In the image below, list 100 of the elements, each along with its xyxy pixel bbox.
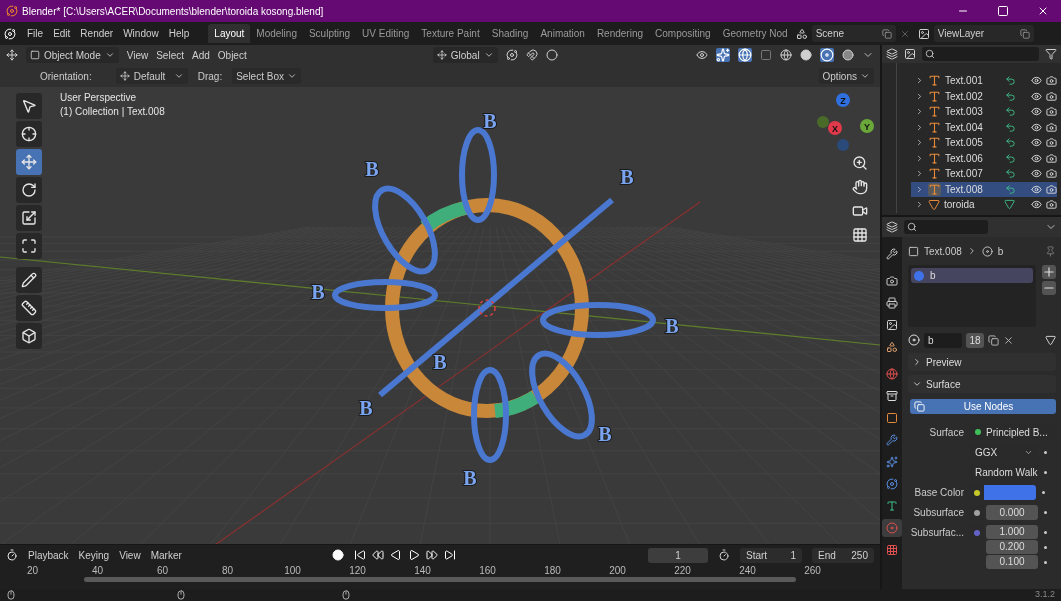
remove-slot-icon[interactable]	[1042, 281, 1056, 295]
menu-item[interactable]: Render	[75, 26, 119, 41]
scale-tool-button[interactable]	[16, 205, 42, 231]
xray-icon[interactable]	[760, 49, 772, 61]
scene-icon[interactable]	[795, 27, 808, 40]
workspace-tab[interactable]: Layout	[208, 24, 251, 43]
camera-icon[interactable]	[852, 203, 868, 219]
visibility-icon[interactable]	[1031, 199, 1042, 211]
unlink-icon[interactable]	[1003, 334, 1014, 346]
timeline-menu[interactable]: View	[119, 547, 141, 563]
render-icon[interactable]	[1046, 106, 1057, 118]
view-layer-icon[interactable]	[917, 27, 930, 40]
start-frame-field[interactable]: Start 1	[740, 547, 802, 563]
material-slot[interactable]: b	[911, 268, 1033, 283]
orientation-dropdown[interactable]: Global	[432, 47, 498, 63]
visibility-icon[interactable]	[1031, 106, 1042, 118]
link-mode-icon[interactable]	[1045, 334, 1056, 346]
visibility-icon[interactable]	[1031, 121, 1042, 133]
panel-header[interactable]: Preview	[908, 353, 1056, 371]
record-icon[interactable]	[331, 549, 344, 561]
viewport-menu[interactable]: Select	[156, 47, 184, 63]
gizmo-axis-ball[interactable]: X	[828, 121, 842, 135]
display-mode-icon[interactable]	[886, 48, 898, 60]
transform-orientation-dropdown[interactable]: Default	[115, 68, 188, 84]
timeline-menu[interactable]: Keying	[78, 547, 110, 563]
viewport-menu[interactable]: Add	[192, 47, 210, 63]
outliner-row[interactable]: Text.008	[911, 181, 1057, 197]
visibility-icon[interactable]	[696, 49, 708, 61]
outliner-row[interactable]: Text.005	[911, 135, 1057, 151]
end-frame-field[interactable]: End 250	[812, 547, 874, 563]
jump-end-icon[interactable]	[443, 549, 456, 561]
color-swatch[interactable]	[984, 485, 1036, 500]
outliner-search-field[interactable]	[922, 47, 1039, 61]
menu-item[interactable]: Edit	[48, 26, 76, 41]
workspace-tab[interactable]: Geometry Nod	[716, 24, 794, 43]
measure-tool-button[interactable]	[16, 295, 42, 321]
restore-icon[interactable]	[997, 5, 1009, 17]
snap-icon[interactable]	[525, 49, 538, 61]
timeline-menu[interactable]: Playback	[28, 547, 69, 563]
cursor-tool-button[interactable]	[16, 121, 42, 147]
view-layer-icon[interactable]	[904, 48, 916, 60]
jump-start-icon[interactable]	[353, 549, 366, 561]
next-keyframe-icon[interactable]	[425, 549, 438, 561]
outliner-row[interactable]: Text.007	[911, 166, 1057, 182]
render-icon[interactable]	[1046, 199, 1057, 211]
render-icon[interactable]	[1046, 75, 1057, 87]
workspace-tab[interactable]: UV Editing	[356, 24, 416, 43]
hand-icon[interactable]	[852, 179, 868, 195]
remove-scene-icon[interactable]	[899, 28, 910, 39]
workspace-tab[interactable]: Animation	[534, 24, 591, 43]
menu-item[interactable]: File	[22, 26, 49, 41]
workspace-tab[interactable]: Rendering	[590, 24, 650, 43]
render-icon[interactable]	[1046, 90, 1057, 102]
wireframe-shading-icon[interactable]	[780, 49, 792, 61]
properties-search-field[interactable]	[904, 220, 988, 234]
timeline-menu[interactable]: Marker	[150, 547, 182, 563]
filter-icon[interactable]	[1045, 48, 1057, 60]
annotate-tool-button[interactable]	[16, 267, 42, 293]
outliner-row[interactable]: Text.003	[911, 104, 1057, 120]
outliner-row[interactable]: Text.001	[911, 73, 1057, 89]
browse-material-icon[interactable]	[908, 334, 920, 346]
visibility-icon[interactable]	[1031, 152, 1042, 164]
close-icon[interactable]	[1037, 5, 1049, 17]
scene-field[interactable]: Scene	[811, 25, 896, 42]
zoom-icon[interactable]	[852, 155, 868, 171]
visibility-icon[interactable]	[1031, 90, 1042, 102]
view-layer-field[interactable]: ViewLayer	[933, 25, 1034, 42]
workspace-tab[interactable]: Texture Paint	[415, 24, 486, 43]
drag-dropdown[interactable]: Select Box	[232, 68, 301, 84]
current-frame-field[interactable]: 1	[648, 547, 708, 563]
move-tool-button[interactable]	[16, 149, 42, 175]
visibility-icon[interactable]	[1031, 75, 1042, 87]
material-tab[interactable]	[882, 519, 902, 537]
duplicate-icon[interactable]	[988, 334, 999, 346]
outliner-row[interactable]: Text.004	[911, 119, 1057, 135]
rotate-tool-button[interactable]	[16, 177, 42, 203]
workspace-tab[interactable]: Sculpting	[302, 24, 357, 43]
mode-dropdown[interactable]: Object Mode	[26, 47, 119, 63]
panel-header[interactable]: Surface	[908, 375, 1056, 393]
viewport-menu[interactable]: Object	[217, 47, 247, 63]
editor-type-icon[interactable]	[6, 549, 18, 561]
visibility-icon[interactable]	[1031, 137, 1042, 149]
play-icon[interactable]	[407, 549, 420, 561]
menu-item[interactable]: Help	[163, 26, 195, 41]
blender-menu-icon[interactable]	[4, 27, 16, 40]
material-slot-list[interactable]: b	[908, 265, 1036, 327]
rendered-shading-icon[interactable]	[842, 49, 854, 61]
editor-type-icon[interactable]	[6, 49, 18, 61]
options-dropdown[interactable]: Options	[818, 68, 874, 84]
prev-keyframe-icon[interactable]	[371, 549, 384, 561]
grid-icon[interactable]	[852, 227, 868, 243]
gizmo-axis-ball[interactable]: Z	[836, 93, 850, 107]
workspace-tab[interactable]: Compositing	[649, 24, 717, 43]
workspace-tab[interactable]: Shading	[485, 24, 535, 43]
number-field[interactable]: 0.000	[986, 505, 1038, 520]
outliner-row[interactable]: toroida	[911, 197, 1057, 213]
workspace-tab[interactable]: Modeling	[250, 24, 303, 43]
number-field[interactable]: 0.100	[986, 555, 1038, 569]
editor-type-icon[interactable]	[886, 221, 898, 233]
render-icon[interactable]	[1046, 168, 1057, 180]
